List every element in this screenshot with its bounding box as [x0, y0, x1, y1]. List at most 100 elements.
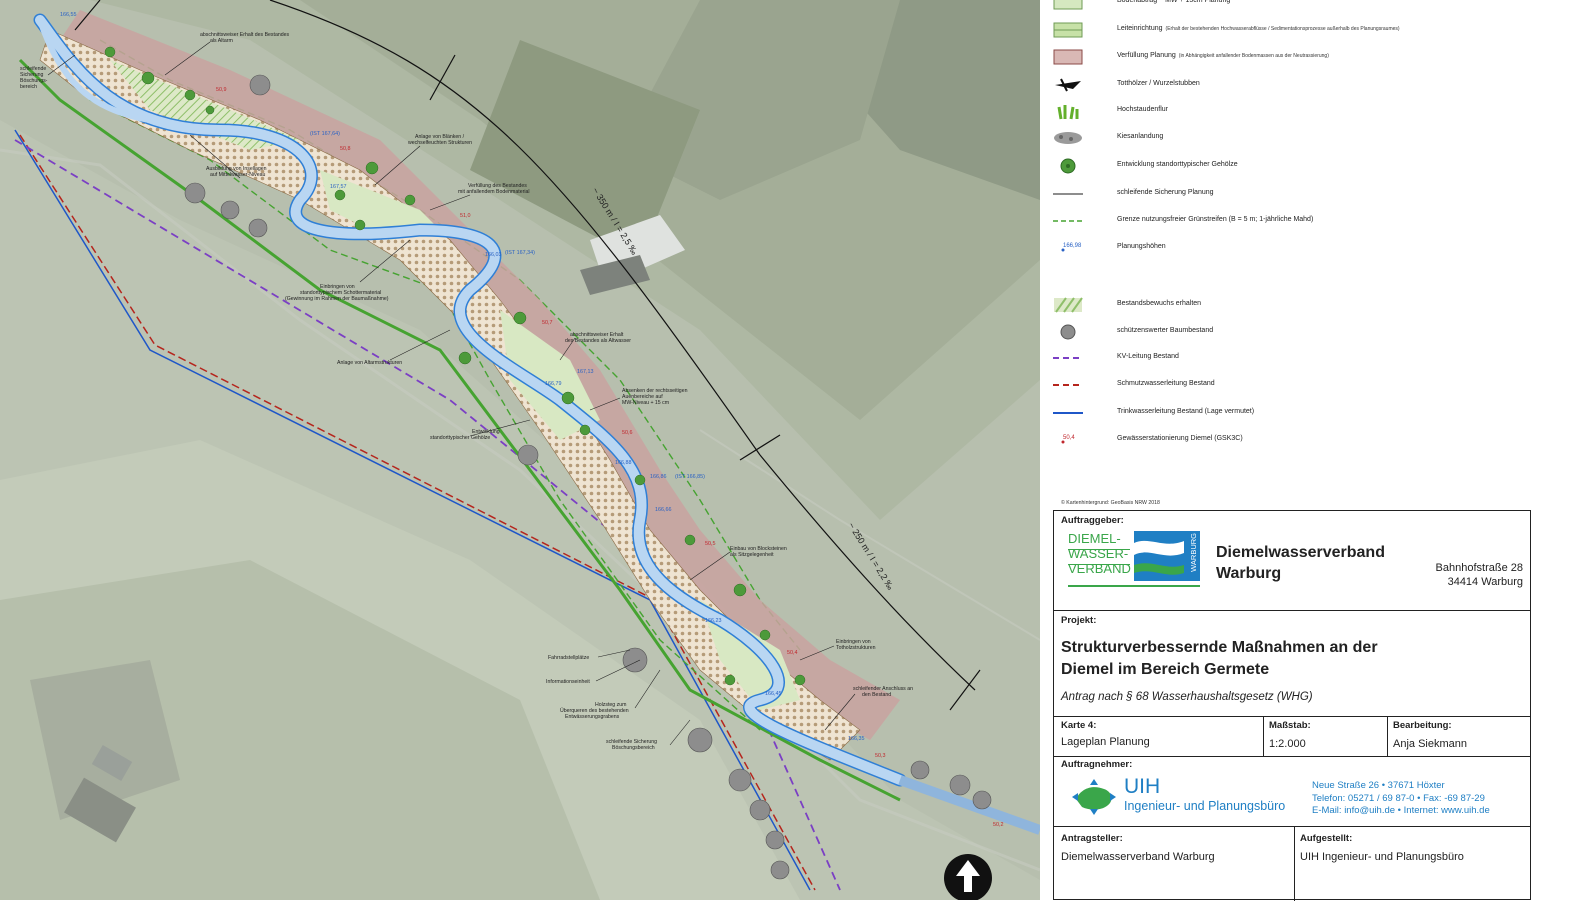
legend-label-text: Totthölzer / Wurzelstubben [1117, 80, 1200, 87]
north-arrow-icon [944, 854, 992, 900]
svg-text:50,4: 50,4 [787, 650, 798, 656]
svg-text:mit anfallendem Bodenmaterial: mit anfallendem Bodenmaterial [458, 189, 530, 195]
svg-text:des Bestandes als Altwasser: des Bestandes als Altwasser [565, 338, 631, 344]
uih-name: UIH [1124, 775, 1161, 798]
section-client: Auftraggeber: DIEMEL- WASSER- VERBAND WA… [1054, 511, 1530, 611]
title-block: Auftraggeber: DIEMEL- WASSER- VERBAND WA… [1053, 510, 1531, 901]
uih-phone: Telefon: 05271 / 69 87-0 • Fax: -69 87-2… [1312, 792, 1485, 804]
legend-row-drinking-water-line: Trinkwasserleitung Bestand (Lage vermute… [1045, 403, 1565, 423]
legend-label: KV-Leitung Bestand [1117, 353, 1179, 360]
svg-text:(IST 167,64): (IST 167,64) [310, 131, 340, 137]
logo-wave-icon: WARBURG [1134, 531, 1200, 581]
deadwood-icon [1051, 75, 1085, 95]
fill-planning-icon [1051, 47, 1085, 67]
client-name-line2: Warburg [1216, 565, 1282, 582]
legend-sample-value: 166,98 [1063, 243, 1082, 249]
svg-text:166,55: 166,55 [60, 12, 77, 18]
svg-text:Überqueren des bestehenden: Überqueren des bestehenden [560, 707, 629, 714]
karte-value: Lageplan Planung [1061, 736, 1150, 748]
legend-label: Entwicklung standorttypischer Gehölze [1117, 161, 1238, 168]
svg-text:(IST 166,85): (IST 166,85) [675, 474, 705, 480]
legend-label-text: Verfüllung Planung [1117, 52, 1176, 59]
legend-row-guide-structure: Leiteinrichtung (Erhalt der bestehenden H… [1045, 20, 1565, 40]
legend-sample-value: 50,4 [1063, 435, 1075, 441]
antragsteller-label: Antragsteller: [1061, 833, 1123, 844]
kv-line-icon [1051, 348, 1085, 368]
svg-text:50,3: 50,3 [875, 753, 886, 759]
legend-label-text: Planungshöhen [1117, 243, 1166, 250]
guide-structure-icon [1051, 20, 1085, 40]
legend-row-soil-removal: Bodenabtrag ~ MW + 15cm Planung [1045, 0, 1565, 12]
project-subtitle: Antrag nach § 68 Wasserhaushaltsgesetz (… [1061, 691, 1313, 703]
legend-label-note: (Erhalt der bestehenden Hochwasserabflüs… [1165, 26, 1400, 32]
section-applicant: Antragsteller: Diemelwasserverband Warbu… [1054, 827, 1530, 901]
legend-label-text: Gewässerstationierung Diemel (GSK3C) [1117, 435, 1243, 442]
green-strip-border-icon [1051, 211, 1085, 231]
legend-label: Bodenabtrag ~ MW + 15cm Planung [1117, 0, 1230, 4]
tall-herb-icon [1051, 101, 1085, 121]
svg-text:50,6: 50,6 [622, 430, 633, 436]
legend-label: Grenze nutzungsfreier Grünstreifen (B = … [1117, 216, 1313, 223]
legend-label: schleifende Sicherung Planung [1117, 189, 1214, 196]
svg-text:bereich: bereich [20, 84, 37, 90]
svg-text:166,45: 166,45 [765, 691, 782, 697]
legend-label: schützenswerter Baumbestand [1117, 327, 1213, 334]
legend-row-deadwood: Totthölzer / Wurzelstubben [1045, 75, 1565, 95]
legend-row-fill-planning: Verfüllung Planung (in Abhängigkeit anfal… [1045, 47, 1565, 67]
uih-email[interactable]: E-Mail: info@uih.de • Internet: www.uih.… [1312, 805, 1490, 818]
legend-row-kv-line: KV-Leitung Bestand [1045, 348, 1565, 368]
woody-plants-icon [1051, 156, 1085, 176]
karte-label: Karte 4: [1061, 720, 1097, 731]
antragsteller-value: Diemelwasserverband Warburg [1061, 851, 1215, 863]
svg-text:50,2: 50,2 [993, 822, 1004, 828]
legend-label-text: Schmutzwasserleitung Bestand [1117, 380, 1215, 387]
svg-text:167,13: 167,13 [577, 369, 594, 375]
legend-label-text: Entwicklung standorttypischer Gehölze [1117, 161, 1238, 168]
bearbeitung-value: Anja Siekmann [1393, 738, 1467, 750]
svg-text:wechselfeuchten Strukturen: wechselfeuchten Strukturen [408, 140, 472, 146]
legend-label: Verfüllung Planung (in Abhängigkeit anfal… [1117, 52, 1329, 59]
section-project: Projekt: Strukturverbessernde Maßnahmen … [1054, 611, 1530, 717]
svg-text:51,0: 51,0 [460, 213, 471, 219]
svg-text:Böschungsbereich: Böschungsbereich [612, 745, 655, 751]
bearbeitung-label: Bearbeitung: [1393, 720, 1452, 731]
client-street: Bahnhofstraße 28 [1435, 562, 1523, 574]
uih-address: Neue Straße 26 • 37671 Höxter [1312, 780, 1445, 791]
legend-label-note: (in Abhängigkeit anfallender Bodenmassen… [1178, 53, 1329, 59]
legend-label: Trinkwasserleitung Bestand (Lage vermute… [1117, 408, 1254, 415]
legend-label: Bestandsbewuchs erhalten [1117, 300, 1201, 307]
legend-label-text: Bestandsbewuchs erhalten [1117, 300, 1202, 307]
legend-label-text: schleifende Sicherung Planung [1117, 189, 1214, 196]
svg-text:den Bestand: den Bestand [862, 692, 891, 698]
legend-label: Leiteinrichtung (Erhalt der bestehenden H… [1117, 25, 1400, 32]
section-map-info: Karte 4: Lageplan Planung Maßstab: 1:2.0… [1054, 717, 1530, 757]
svg-text:Entwässerungsgrabens: Entwässerungsgrabens [565, 714, 620, 720]
svg-text:166,66: 166,66 [655, 507, 672, 513]
svg-text:167,57: 167,57 [330, 184, 347, 190]
svg-text:als Altarm: als Altarm [210, 38, 233, 44]
svg-text:auf Mittelwasser-Niveau: auf Mittelwasser-Niveau [210, 172, 265, 178]
aufgestellt-label: Aufgestellt: [1300, 833, 1353, 844]
site-plan-map[interactable]: abschnittsweiser Erhalt des Bestandes al… [0, 0, 1040, 900]
svg-text:50,7: 50,7 [542, 320, 553, 326]
sewer-line-icon [1051, 375, 1085, 395]
legend-row-planning-heights: 166,98 Planungshöhen [1045, 238, 1565, 258]
legend-label-text: Grenze nutzungsfreier Grünstreifen (B = … [1117, 216, 1314, 223]
existing-vegetation-icon [1051, 295, 1085, 315]
legend-label: Hochstaudenflur [1117, 106, 1168, 113]
legend-label-text: Trinkwasserleitung Bestand (Lage vermute… [1117, 408, 1255, 415]
legend-label-text: Kiesanlandung [1117, 133, 1164, 140]
legend-label: Totthölzer / Wurzelstubben [1117, 80, 1200, 87]
soil-removal-icon [1051, 0, 1085, 12]
legend: Bodenabtrag ~ MW + 15cm Planung Leiteinri… [1045, 0, 1586, 505]
aufgestellt-value: UIH Ingenieur- und Planungsbüro [1300, 851, 1464, 863]
drinking-water-line-icon [1051, 403, 1085, 423]
legend-label-text: Bodenabtrag ~ MW + 15cm Planung [1117, 0, 1231, 4]
legend-row-woody-plants: Entwicklung standorttypischer Gehölze [1045, 156, 1565, 176]
legend-label-text: schützenswerter Baumbestand [1117, 327, 1214, 334]
legend-row-scouring-protection: schleifende Sicherung Planung [1045, 184, 1565, 204]
svg-text:Informationseinheit: Informationseinheit [546, 679, 590, 685]
svg-text:166,35: 166,35 [848, 736, 865, 742]
legend-label-text: Leiteinrichtung [1117, 25, 1163, 32]
gravel-bank-icon [1051, 128, 1085, 148]
